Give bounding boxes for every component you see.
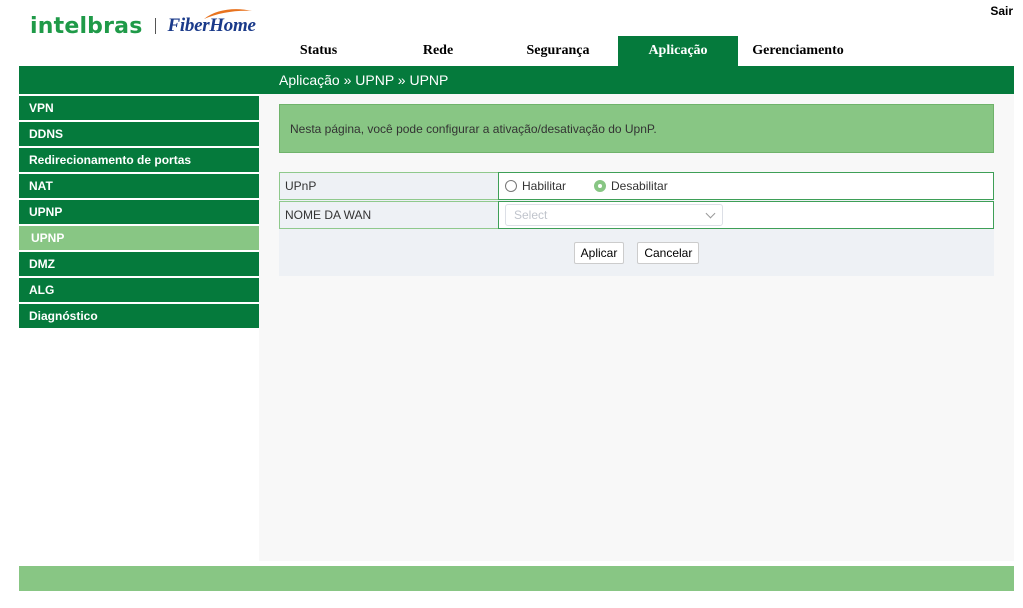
upnp-label: UPnP xyxy=(279,172,498,200)
footer-bar xyxy=(19,566,1014,591)
sidebar-item-ddns[interactable]: DDNS xyxy=(19,120,259,146)
sidebar-item-nat[interactable]: NAT xyxy=(19,172,259,198)
radio-enable-circle[interactable] xyxy=(505,180,517,192)
radio-enable-label: Habilitar xyxy=(522,179,567,193)
chevron-down-icon xyxy=(705,208,716,218)
radio-disable-label: Desabilitar xyxy=(611,179,668,193)
radio-disable-circle[interactable] xyxy=(594,180,607,192)
sidebar-item-alg[interactable]: ALG xyxy=(19,276,259,302)
logo-divider xyxy=(154,18,156,34)
tab-seguranca[interactable]: Segurança xyxy=(498,36,618,66)
sidebar-item-diagnostico[interactable]: Diagnóstico xyxy=(19,302,259,328)
wan-row: NOME DA WAN Select xyxy=(279,201,994,229)
upnp-form: UPnP Habilitar Desabilitar NOME DA WAN S… xyxy=(279,172,994,276)
breadcrumb: Aplicação » UPNP » UPNP xyxy=(279,72,449,88)
sidebar-item-port-forwarding[interactable]: Redirecionamento de portas xyxy=(19,146,259,172)
wan-value: Select xyxy=(498,201,994,229)
top-nav: Status Rede Segurança Aplicação Gerencia… xyxy=(259,36,858,66)
sidebar-subitem-upnp[interactable]: UPNP xyxy=(19,224,259,250)
tab-gerenciamento[interactable]: Gerenciamento xyxy=(738,36,858,66)
tab-aplicacao[interactable]: Aplicação xyxy=(618,36,738,66)
swoosh-icon xyxy=(203,9,252,19)
tab-status[interactable]: Status xyxy=(259,36,378,66)
sidebar-item-upnp[interactable]: UPNP xyxy=(19,198,259,224)
sidebar-item-vpn[interactable]: VPN xyxy=(19,94,259,120)
logo-intelbras: intelbras xyxy=(30,13,143,39)
wan-label: NOME DA WAN xyxy=(279,201,498,229)
cancel-button[interactable]: Cancelar xyxy=(637,242,700,264)
upnp-row: UPnP Habilitar Desabilitar xyxy=(279,172,994,200)
main-content: Nesta página, você pode configurar a ati… xyxy=(259,94,1014,561)
router-admin-page: intelbras FiberHome Sair Status Rede Seg… xyxy=(0,0,1023,608)
sidebar: VPN DDNS Redirecionamento de portas NAT … xyxy=(19,94,259,328)
wan-select-placeholder: Select xyxy=(514,208,548,222)
sidebar-item-dmz[interactable]: DMZ xyxy=(19,250,259,276)
apply-button[interactable]: Aplicar xyxy=(573,242,625,264)
header-bar xyxy=(19,66,1014,94)
info-banner: Nesta página, você pode configurar a ati… xyxy=(279,104,994,153)
logo-fiberhome: FiberHome xyxy=(168,9,256,42)
upnp-options: Habilitar Desabilitar xyxy=(498,172,994,200)
form-buttons: Aplicar Cancelar xyxy=(279,242,994,264)
logout-link[interactable]: Sair xyxy=(990,4,1013,18)
tab-rede[interactable]: Rede xyxy=(378,36,498,66)
info-text: Nesta página, você pode configurar a ati… xyxy=(290,121,657,136)
radio-disable[interactable]: Desabilitar xyxy=(594,179,668,193)
brand-logo: intelbras FiberHome xyxy=(30,9,256,42)
radio-enable[interactable]: Habilitar xyxy=(505,179,566,193)
wan-select[interactable]: Select xyxy=(505,204,723,226)
